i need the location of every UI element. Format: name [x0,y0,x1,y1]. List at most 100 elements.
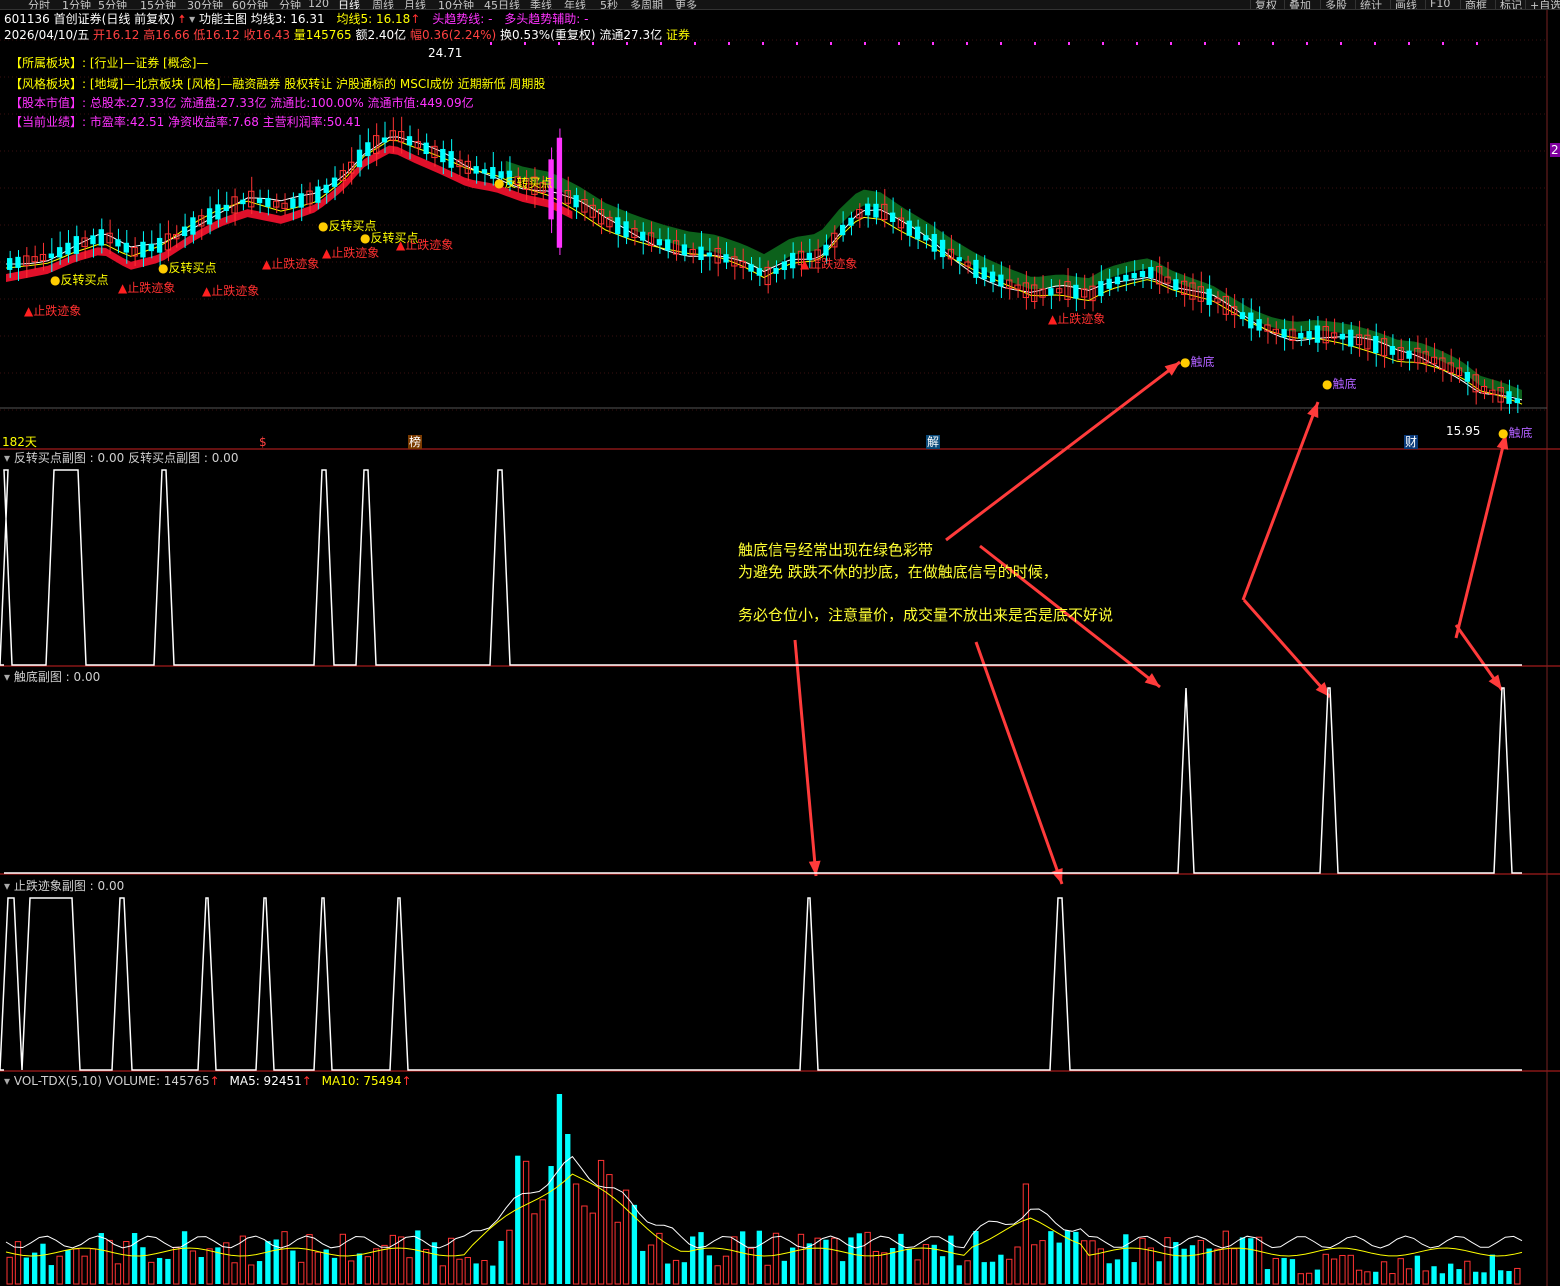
reversal-pane-title: ▾ 反转买点副图 : 0.00 反转买点副图 : 0.00 [4,451,238,465]
event-mark-list[interactable]: 榜 [408,435,423,449]
volume-bar-up [722,1255,730,1285]
volume-bar-up [797,1233,805,1285]
volume-bar-down [1439,1273,1446,1284]
event-mark-finance[interactable]: 财 [1404,435,1419,449]
pane-menu-icon[interactable]: ▾ [4,1074,10,1088]
candle-down [240,199,246,205]
candle-down [723,254,729,263]
warning-triangle-icon: ▲ [396,238,406,252]
stop-pane-label: 止跌迹象副图 : 0.00 [13,879,125,893]
volume-bar-up [831,1237,838,1285]
volume-ma10-line [5,1173,1523,1257]
pane-menu-icon[interactable]: ▾ [4,879,10,893]
volume-bar-down [65,1250,71,1284]
volume-bar-up [572,1183,580,1285]
volume-bar-up [1031,1244,1038,1285]
stop-signal-2: ▲止跌迹象 [202,284,259,298]
stop-signal-4: ▲止跌迹象 [322,246,379,260]
volume-bar-up [597,1159,605,1285]
volume-bar-up [922,1244,930,1285]
volume-bar-down [1181,1248,1187,1284]
stop-signal-0: ▲止跌迹象 [24,304,81,318]
candle-down [140,241,146,258]
candle-down [1148,266,1154,279]
volume-bar-up [173,1247,180,1285]
volume-bar-up [1380,1261,1388,1285]
candle-down [956,257,962,262]
candle-down [1256,319,1262,331]
volume-bar-up [1297,1273,1304,1285]
candle-down [1131,273,1137,279]
coin-icon: ● [360,231,371,245]
volume-bar-down [40,1243,46,1284]
volume-bar-up [381,1244,388,1285]
warning-triangle-icon: ▲ [1048,312,1058,326]
candle-down [1073,284,1079,299]
volume-bar-down [23,1257,29,1284]
buy-signal-4: ●反转买点 [494,176,553,190]
volume-bar-down [1189,1245,1196,1284]
top-dot-marker [966,42,968,45]
green-trend-band [505,160,1522,400]
candle-down [756,268,762,276]
event-mark-dividend[interactable]: $ [259,435,267,449]
candle-down [365,142,371,157]
volume-bar-up [298,1261,305,1285]
kline-chart[interactable] [0,0,1560,1286]
volume-bar-down [998,1254,1004,1284]
volume-bar-up [872,1250,880,1285]
volume-bar-up [1214,1248,1221,1285]
volume-bar-up [206,1248,213,1285]
volume-bar-up [1364,1271,1371,1285]
top-dot-marker [1340,42,1342,45]
volume-bar-down [1289,1259,1296,1284]
volume-bar-down [498,1240,504,1284]
pane-menu-icon[interactable]: ▾ [4,451,10,465]
candle-down [265,197,271,207]
candle-down [748,264,754,272]
volume-bar-up [539,1199,546,1285]
top-dot-marker [932,42,934,45]
candle-down [889,212,896,222]
candle-down [789,252,796,269]
stop-signal-0-text: 止跌迹象 [33,304,82,318]
volume-bar-down [323,1249,329,1284]
event-mark-unlock[interactable]: 解 [926,435,941,449]
volume-bar-down [1281,1257,1287,1284]
candle-down [706,252,713,257]
volume-bar-up [314,1251,322,1285]
volume-bar-down [140,1247,146,1284]
volume-bar-up [56,1255,63,1285]
volume-bar-up [622,1189,630,1285]
candle-down [7,258,13,270]
volume-bar-down [556,1094,563,1284]
top-dot-marker [762,42,764,45]
volume-bar-up [447,1237,455,1285]
volume-bar-down [473,1263,479,1284]
pane-menu-icon[interactable]: ▾ [4,670,10,684]
top-dot-marker [524,42,526,45]
volume-bar-down [1114,1259,1121,1284]
days-label: 182天 [2,435,37,449]
volume-bar-up [389,1234,396,1285]
candle-down [190,217,196,235]
volume-bar-down [1073,1231,1079,1284]
volume-bar-up [1139,1237,1146,1285]
volume-bar-up [1330,1258,1338,1285]
candle-down [1139,271,1146,278]
top-dot-marker [1408,42,1410,45]
candle-down [481,169,488,174]
top-dot-marker [1068,42,1070,45]
volume-bar-up [281,1231,288,1285]
volume-bar-down [1448,1263,1454,1284]
volume-bar-down [98,1233,104,1284]
candle-down [656,239,663,246]
top-dot-marker [1476,42,1478,45]
volume-bar-up [481,1259,488,1285]
candle-down [1314,325,1321,343]
volume-bar-up [1464,1260,1471,1285]
vol-pane-title: ▾ VOL-TDX(5,10) VOLUME: 145765↑ MA5: 924… [4,1074,412,1088]
vol-ma10-label: MA10: 75494 [321,1074,402,1088]
volume-bar-up [1347,1254,1354,1285]
volume-bar-up [964,1260,971,1285]
